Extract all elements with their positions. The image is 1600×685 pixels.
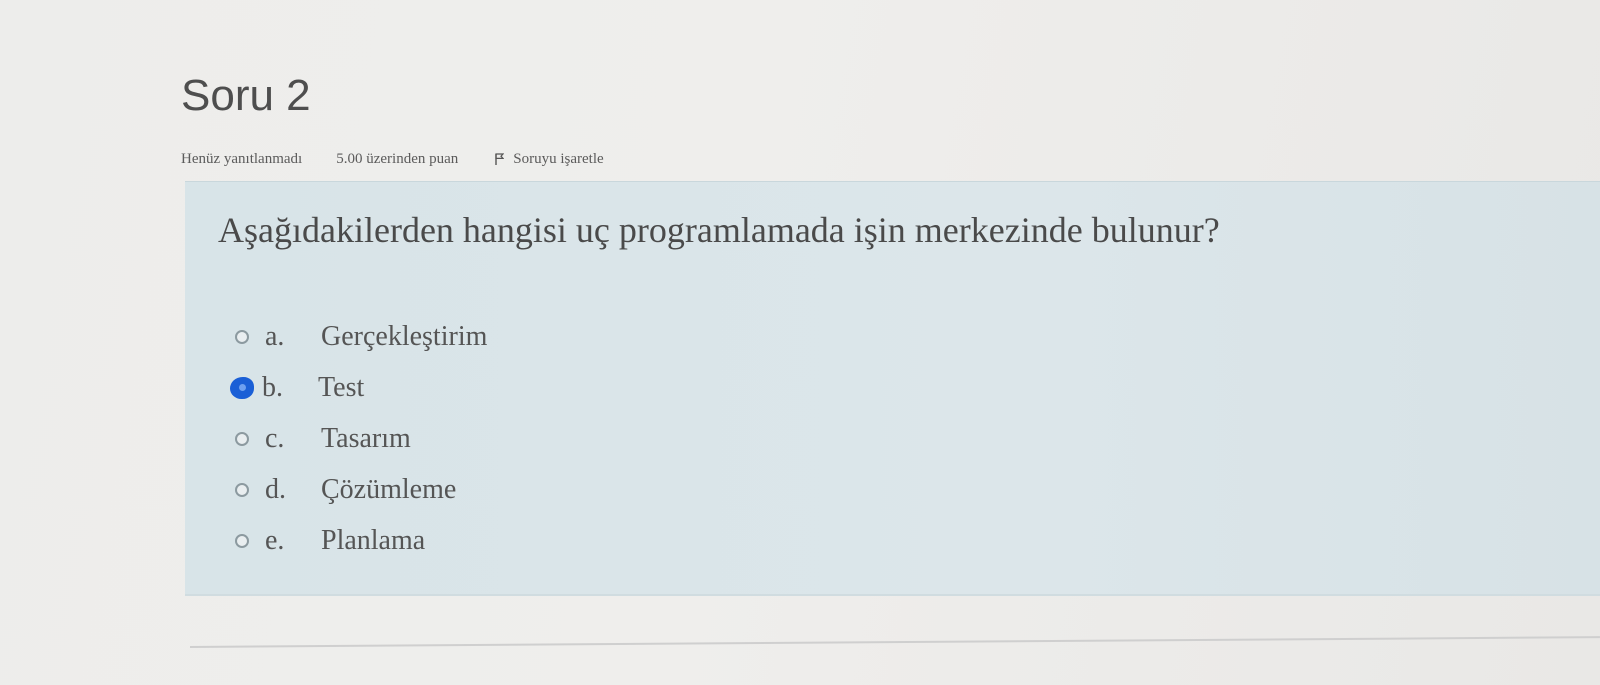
answer-option-b[interactable]: b. Test	[230, 362, 487, 413]
answer-option-d[interactable]: d. Çözümleme	[235, 464, 487, 515]
question-content: Aşağıdakilerden hangisi uç programlamada…	[185, 181, 1600, 596]
question-info: Henüz yanıtlanmadı 5.00 üzerinden puan S…	[181, 148, 604, 170]
answer-list: a. Gerçekleştirim b. Test c. Tasarım d. …	[230, 311, 487, 566]
flag-icon	[495, 153, 505, 165]
radio-button[interactable]	[235, 482, 249, 497]
answer-label: Test	[318, 371, 365, 403]
answer-label: Gerçekleştirim	[321, 320, 488, 352]
radio-button-selected[interactable]	[230, 376, 254, 399]
question-title: Soru 2	[181, 71, 311, 120]
question-grade: 5.00 üzerinden puan	[336, 150, 459, 167]
radio-button[interactable]	[235, 431, 249, 446]
radio-button[interactable]	[235, 533, 249, 548]
question-state: Henüz yanıtlanmadı	[181, 150, 303, 167]
answer-letter: a.	[265, 320, 285, 352]
answer-label: Çözümleme	[321, 473, 457, 505]
quiz-page: Soru 2 Henüz yanıtlanmadı 5.00 üzerinden…	[0, 0, 1600, 685]
question-text: Aşağıdakilerden hangisi uç programlamada…	[218, 210, 1220, 250]
flag-question-link[interactable]: Soruyu işaretle	[494, 150, 604, 168]
radio-button[interactable]	[235, 329, 249, 344]
answer-letter: b.	[262, 371, 283, 403]
answer-label: Planlama	[321, 524, 426, 556]
flag-question-label: Soruyu işaretle	[513, 150, 604, 167]
answer-option-c[interactable]: c. Tasarım	[235, 413, 487, 464]
answer-letter: d.	[265, 473, 286, 505]
answer-letter: e.	[265, 524, 285, 556]
answer-option-a[interactable]: a. Gerçekleştirim	[235, 311, 487, 362]
divider	[189, 636, 1600, 648]
answer-letter: c.	[265, 422, 285, 454]
answer-label: Tasarım	[321, 422, 411, 454]
answer-option-e[interactable]: e. Planlama	[235, 515, 487, 566]
